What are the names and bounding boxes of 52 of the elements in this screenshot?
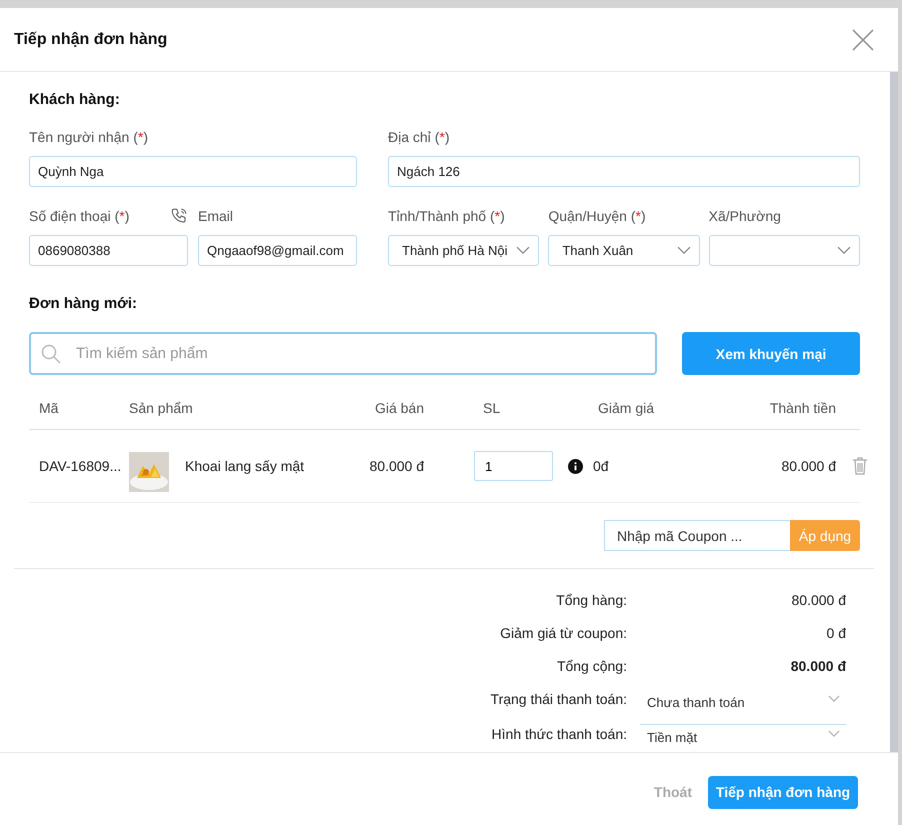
- close-icon[interactable]: [852, 28, 874, 50]
- section-heading: Đơn hàng mới:: [29, 295, 138, 313]
- field-label: Quận/Huyện (*): [548, 208, 646, 224]
- select-field[interactable]: Thành phố Hà Nội: [388, 235, 540, 266]
- input-field[interactable]: 0869080388: [29, 235, 188, 266]
- summary-label: Tổng hàng:: [556, 591, 627, 610]
- input-field[interactable]: Qngaaof98@gmail.com: [198, 235, 357, 266]
- chevron-down-icon: [836, 246, 851, 255]
- search-field[interactable]: Tìm kiếm sản phẩm: [29, 332, 657, 375]
- field-label: Số điện thoại (*): [29, 208, 130, 224]
- column-header: Sản phẩm: [129, 400, 193, 416]
- column-header: Mã: [39, 400, 58, 416]
- summary-value: 80.000 đ: [792, 591, 846, 610]
- info-icon[interactable]: [568, 458, 583, 474]
- summary-value: 0 đ: [826, 624, 846, 643]
- summary-label: Tổng cộng:: [556, 657, 627, 676]
- chevron-down-icon: [828, 730, 840, 738]
- select-field[interactable]: Tiền mặt: [640, 727, 846, 752]
- select-field[interactable]: [708, 235, 860, 266]
- trash-icon[interactable]: [852, 457, 868, 475]
- quantity-field[interactable]: 1: [474, 451, 553, 481]
- table-cell: 80.000 đ: [782, 458, 836, 474]
- chevron-down-icon: [676, 246, 691, 255]
- select-field[interactable]: Thanh Xuân: [548, 235, 700, 266]
- field-label: Xã/Phường: [708, 208, 781, 224]
- column-header: Thành tiền: [770, 400, 836, 416]
- chevron-down-icon: [516, 246, 530, 255]
- input-field[interactable]: Quỳnh Nga: [29, 156, 357, 187]
- product-name: Khoai lang sấy mật: [185, 458, 304, 474]
- field-label: Email: [198, 208, 234, 224]
- dialog-title: Tiếp nhận đơn hàng: [14, 30, 168, 48]
- input-field[interactable]: Ngách 126: [388, 156, 860, 187]
- column-header: Giảm giá: [597, 400, 654, 416]
- table-cell: DAV-16809...: [39, 458, 122, 474]
- select-field[interactable]: Chưa thanh toán: [640, 692, 846, 725]
- field-label: Địa chỉ (*): [388, 129, 450, 145]
- section-heading: Khách hàng:: [29, 91, 121, 109]
- summary-label: Hình thức thanh toán:: [492, 725, 627, 744]
- field-label: Tỉnh/Thành phố (*): [388, 208, 505, 224]
- phone-icon: [170, 207, 188, 225]
- chevron-down-icon: [828, 695, 840, 702]
- scrollbar[interactable]: [890, 72, 898, 752]
- search-icon: [41, 344, 61, 364]
- column-header: SL: [482, 400, 500, 416]
- field-label: Tên người nhận (*): [29, 129, 148, 145]
- column-header: Giá bán: [374, 400, 424, 416]
- summary-label: Trạng thái thanh toán:: [490, 690, 627, 709]
- summary-label: Giảm giá từ coupon:: [500, 624, 627, 643]
- table-cell: 0đ: [593, 458, 609, 474]
- table-cell: 80.000 đ: [370, 458, 424, 474]
- summary-value: 80.000 đ: [790, 657, 846, 676]
- coupon-field[interactable]: Nhập mã Coupon ...: [604, 520, 790, 551]
